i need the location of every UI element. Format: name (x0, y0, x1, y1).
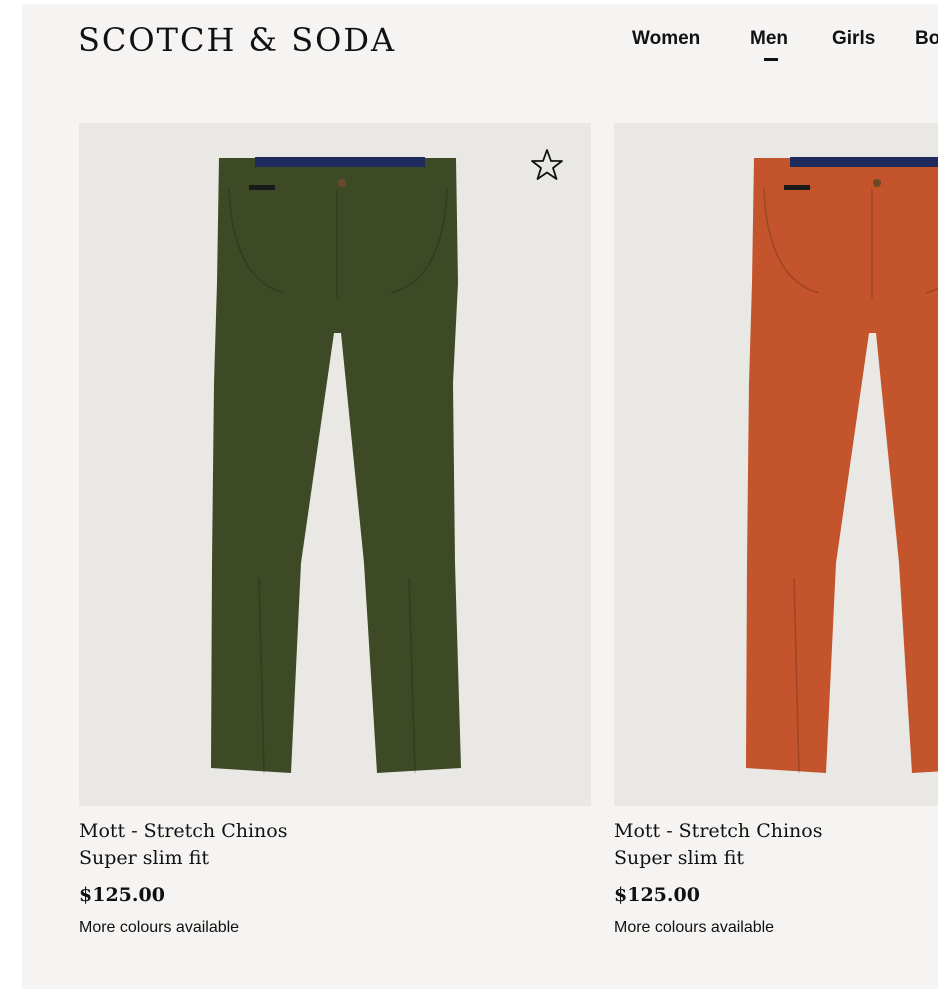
nav-item-women[interactable]: Women (632, 28, 700, 50)
page: SCOTCH & SODA Women Men Girls Bo Mott - … (22, 4, 938, 989)
nav-item-boys[interactable]: Bo (915, 28, 938, 50)
product-fit: Super slim fit (79, 847, 210, 869)
product-name[interactable]: Mott - Stretch Chinos (614, 818, 938, 845)
product-card[interactable]: Mott - Stretch Chinos Super slim fit $12… (79, 123, 591, 937)
chinos-illustration (211, 157, 461, 774)
product-price: $125.00 (614, 884, 700, 906)
product-colours-note: More colours available (79, 919, 240, 936)
nav-item-men[interactable]: Men (750, 28, 788, 61)
product-price: $125.00 (79, 884, 165, 906)
product-image[interactable] (79, 123, 591, 806)
pants-graphic (746, 157, 938, 774)
product-colours-note: More colours available (614, 919, 775, 936)
star-outline-icon[interactable] (529, 147, 565, 183)
chinos-illustration (746, 157, 938, 774)
product-name[interactable]: Mott - Stretch Chinos (79, 818, 591, 845)
brand-logo[interactable]: SCOTCH & SODA (78, 21, 396, 59)
pants-graphic (211, 157, 461, 774)
product-fit: Super slim fit (614, 847, 745, 869)
product-image[interactable] (614, 123, 938, 806)
nav-item-girls[interactable]: Girls (832, 28, 875, 50)
product-card[interactable]: Mott - Stretch Chinos Super slim fit $12… (614, 123, 938, 937)
